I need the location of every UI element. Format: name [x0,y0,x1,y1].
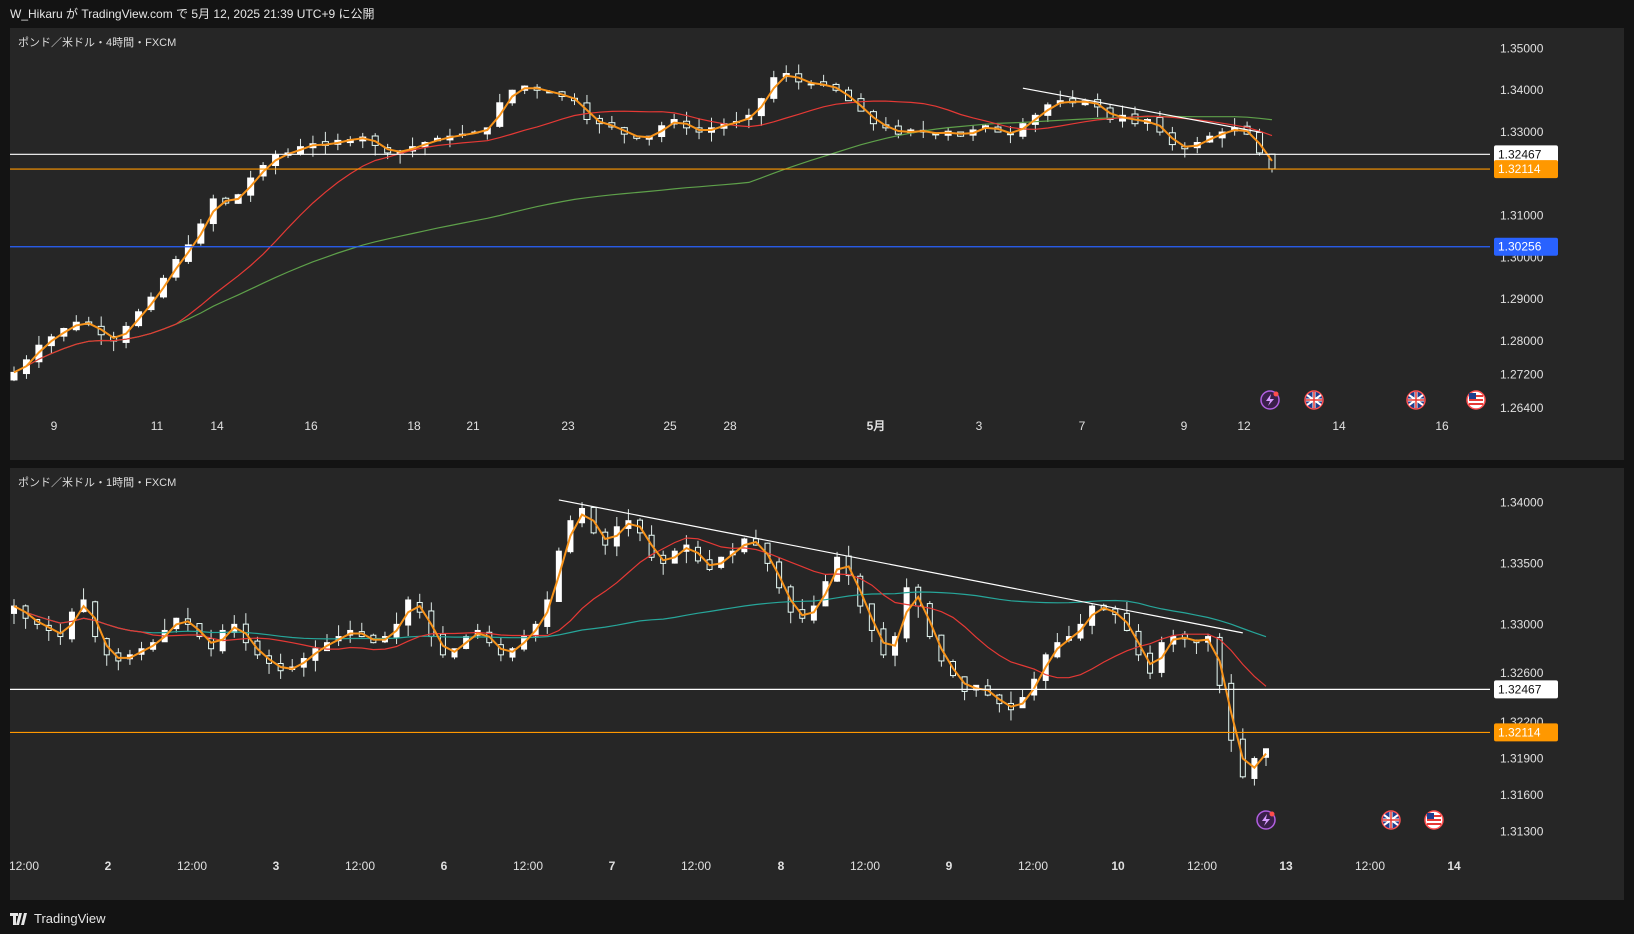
x-tick-label: 11 [151,419,164,433]
x-tick-label: 16 [304,419,318,433]
x-tick-label: 13 [1279,859,1293,873]
y-tick-label: 1.34000 [1500,83,1544,97]
x-tick-label: 6 [441,859,448,873]
publish-header: W_Hikaru が TradingView.com で 5月 12, 2025… [0,0,1634,28]
x-tick-label: 9 [946,859,953,873]
x-tick-label: 14 [1332,419,1346,433]
price-label: 1.32467 [1498,147,1542,161]
price-label: 1.32114 [1498,725,1541,739]
x-tick-label: 16 [1435,419,1449,433]
x-tick-label: 18 [407,419,421,433]
pane-title-1h: ポンド／米ドル・1時間・FXCM [18,477,177,489]
x-tick-label: 2 [105,859,112,873]
x-tick-label: 8 [778,859,785,873]
x-tick-label: 3 [976,419,983,433]
x-tick-label: 9 [51,419,58,433]
lightning-icon [1260,390,1280,410]
y-tick-label: 1.27200 [1500,367,1544,381]
chart-1h-canvas[interactable]: 1.340001.335001.330001.326001.322001.319… [10,468,1624,900]
y-tick-label: 1.31300 [1500,825,1544,839]
x-tick-label: 28 [723,419,737,433]
price-label: 1.30256 [1498,240,1542,254]
uk-flag-icon [1304,390,1324,410]
uk-flag-icon [1406,390,1426,410]
x-tick-label: 12:00 [1355,859,1385,873]
x-tick-label: 12:00 [513,859,543,873]
y-tick-label: 1.34000 [1500,495,1544,509]
pane-title-4h: ポンド／米ドル・4時間・FXCM [18,37,177,49]
us-flag-icon [1424,810,1444,830]
x-tick-label: 12:00 [1187,859,1217,873]
x-tick-label: 7 [1079,419,1086,433]
chart-pane-4h[interactable]: 1.350001.340001.330001.320001.310001.300… [10,28,1624,460]
y-tick-label: 1.33000 [1500,125,1544,139]
trendline [558,499,1243,634]
price-label: 1.32114 [1498,162,1541,176]
publish-info: W_Hikaru が TradingView.com で 5月 12, 2025… [10,7,375,21]
y-tick-label: 1.31900 [1500,752,1544,766]
x-tick-label: 7 [609,859,616,873]
x-tick-label: 12:00 [850,859,880,873]
tradingview-logo-icon [10,913,27,925]
ma-short-line [13,513,1267,770]
y-tick-label: 1.31000 [1500,209,1544,223]
x-tick-label: 14 [1447,859,1461,873]
y-tick-label: 1.33500 [1500,556,1544,570]
us-flag-icon [1466,390,1486,410]
uk-flag-icon [1381,810,1401,830]
trendline [1022,87,1260,133]
chart-4h-canvas[interactable]: 1.350001.340001.330001.320001.310001.300… [10,28,1624,460]
y-tick-label: 1.29000 [1500,292,1544,306]
x-tick-label: 12:00 [177,859,207,873]
x-tick-label: 3 [273,859,280,873]
x-tick-label: 12:00 [345,859,375,873]
x-tick-label: 21 [466,419,480,433]
candle [10,371,18,381]
y-tick-label: 1.33000 [1500,617,1544,631]
lightning-icon [1256,810,1276,830]
x-tick-label: 12:00 [10,859,39,873]
y-tick-label: 1.32600 [1500,666,1544,680]
y-tick-label: 1.28000 [1500,334,1544,348]
y-tick-label: 1.31600 [1500,788,1544,802]
ma-mid-line [13,537,1267,687]
x-tick-label: 12:00 [681,859,711,873]
footer-brand: TradingView [34,911,106,926]
y-tick-label: 1.26400 [1500,401,1544,415]
footer: TradingView [0,904,1634,934]
x-tick-label: 12:00 [1018,859,1048,873]
price-label: 1.32467 [1498,682,1542,696]
chart-pane-1h[interactable]: 1.34000 1.33500 1.33000 1.32600 1.32200 1.319… [10,468,1624,900]
x-tick-label: 5月 [867,419,886,433]
x-tick-label: 12 [1237,419,1251,433]
x-tick-label: 14 [210,419,224,433]
x-tick-label: 23 [561,419,575,433]
x-tick-label: 25 [663,419,677,433]
x-tick-label: 9 [1181,419,1188,433]
y-tick-label: 1.35000 [1500,41,1544,55]
x-tick-label: 10 [1111,859,1125,873]
